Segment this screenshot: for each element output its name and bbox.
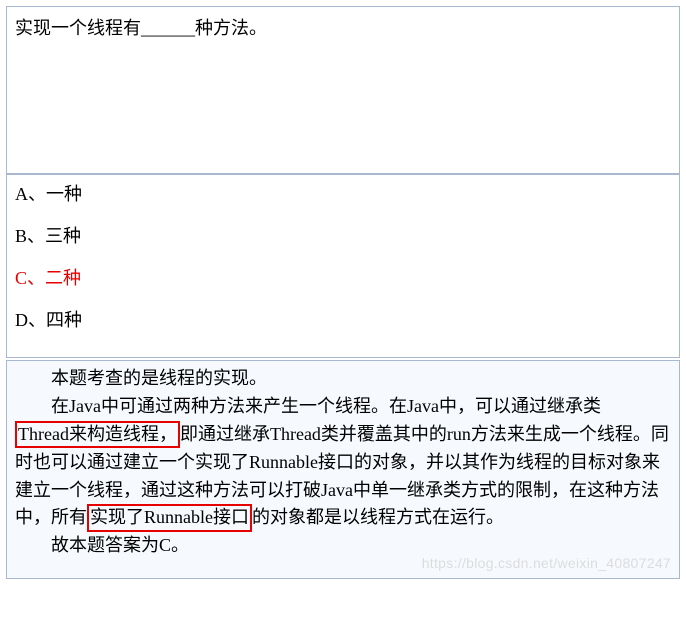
explanation-p2c-text: 的对象都是以线程方式在运行。 [252, 507, 504, 527]
option-d[interactable]: D、四种 [15, 311, 671, 329]
option-d-label: D、四种 [15, 310, 82, 330]
explanation-p3: 故本题答案为C。 [15, 532, 671, 560]
explanation-p1-text: 本题考查的是线程的实现。 [51, 368, 267, 388]
option-c-label: C、二种 [15, 268, 81, 288]
explanation-p1: 本题考查的是线程的实现。 [15, 365, 671, 393]
option-c[interactable]: C、二种 [15, 269, 671, 287]
explanation-p3-text: 故本题答案为C。 [51, 535, 189, 555]
highlight-thread: Thread来构造线程， [15, 421, 180, 448]
options-box: A、一种 B、三种 C、二种 D、四种 [6, 174, 680, 358]
option-b[interactable]: B、三种 [15, 227, 671, 245]
question-text: 实现一个线程有______种方法。 [15, 18, 267, 38]
explanation-box: 本题考查的是线程的实现。 在Java中可通过两种方法来产生一个线程。在Java中… [6, 360, 680, 579]
highlight-runnable: 实现了Runnable接口 [87, 504, 252, 531]
option-a-label: A、一种 [15, 184, 82, 204]
option-a[interactable]: A、一种 [15, 185, 671, 203]
option-b-label: B、三种 [15, 226, 81, 246]
explanation-p2: 在Java中可通过两种方法来产生一个线程。在Java中，可以通过继承类 Threa… [15, 393, 671, 532]
question-box: 实现一个线程有______种方法。 [6, 6, 680, 174]
explanation-p2a-text: 在Java中可通过两种方法来产生一个线程。在Java中，可以通过继承类 [51, 396, 601, 416]
